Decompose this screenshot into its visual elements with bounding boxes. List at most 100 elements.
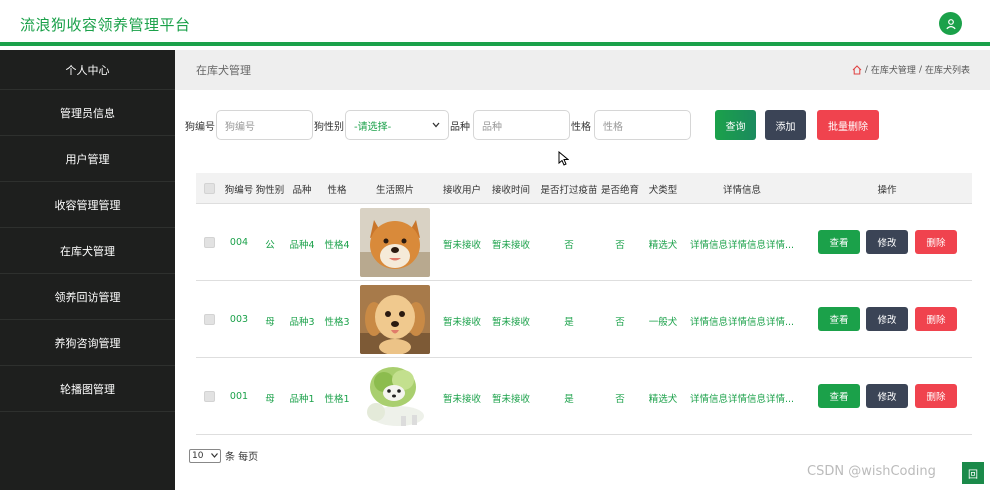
dog-no-input[interactable]: 狗编号 (216, 110, 313, 140)
chevron-down-icon (211, 453, 218, 458)
cell-dog-type: 精选犬 (648, 240, 678, 251)
cell-breed: 品种3 (289, 317, 315, 328)
cell-receive-time: 暂未接收 (491, 317, 531, 328)
gender-select[interactable]: -请选择- (345, 110, 449, 140)
page-title: 在库犬管理 (196, 64, 251, 77)
cell-temper: 性格1 (324, 394, 350, 405)
sidebar-item-personal-center[interactable]: 个人中心 (0, 50, 175, 90)
pagination: 10 条 每页 (189, 448, 258, 463)
col-temper: 性格 (327, 185, 347, 196)
delete-button[interactable]: 删除 (915, 230, 957, 254)
cell-dog-no: 003 (229, 314, 249, 325)
cell-gender: 母 (265, 317, 275, 328)
sidebar-item-user-management[interactable]: 用户管理 (0, 136, 175, 182)
cell-neutered: 否 (615, 317, 625, 328)
cell-dog-no: 004 (229, 237, 249, 248)
batch-delete-button[interactable]: 批量删除 (817, 110, 879, 140)
sidebar-item-dog-consultation[interactable]: 养狗咨询管理 (0, 320, 175, 366)
view-button[interactable]: 查看 (818, 384, 860, 408)
edit-button[interactable]: 修改 (866, 230, 908, 254)
sidebar-item-adoption-followup[interactable]: 领养回访管理 (0, 274, 175, 320)
cell-detail: 详情信息详情信息详情... (689, 394, 795, 405)
col-gender: 狗性别 (255, 185, 285, 196)
delete-button[interactable]: 删除 (915, 307, 957, 331)
select-all-checkbox[interactable] (204, 183, 215, 194)
sidebar-item-admin-info[interactable]: 管理员信息 (0, 90, 175, 136)
cell-dog-no: 001 (229, 391, 249, 402)
temper-label: 性格 (571, 121, 591, 133)
cell-detail: 详情信息详情信息详情... (689, 317, 795, 328)
cell-breed: 品种4 (289, 240, 315, 251)
col-dog-type: 犬类型 (648, 185, 678, 196)
col-receive-time: 接收时间 (491, 185, 531, 196)
row-checkbox[interactable] (204, 314, 215, 325)
cell-neutered: 否 (615, 394, 625, 405)
corner-widget[interactable]: 回 (962, 462, 984, 484)
cell-gender: 母 (265, 394, 275, 405)
main-content: 在库犬管理 / 在库犬管理 / 在库犬列表 狗编号 狗编号 狗性别 -请选择- … (175, 50, 990, 490)
table-row: 004 公 品种4 性格4 暂未接收 暂未接收 否 否 精选犬 详情信息详情信息… (196, 203, 972, 280)
mouse-cursor-icon (558, 151, 569, 166)
cell-receiver: 暂未接收 (442, 394, 482, 405)
col-neutered: 是否绝育 (600, 185, 640, 196)
breadcrumb-item-dog-list: 在库犬列表 (924, 66, 970, 76)
per-page-label: 条 每页 (225, 452, 259, 463)
breadcrumb: / 在库犬管理 / 在库犬列表 (852, 63, 970, 76)
cell-temper: 性格3 (324, 317, 350, 328)
cell-receiver: 暂未接收 (442, 240, 482, 251)
user-avatar[interactable] (939, 12, 962, 35)
cell-vaccinated: 是 (564, 317, 574, 328)
breed-input[interactable]: 品种 (473, 110, 570, 140)
dog-photo (360, 208, 430, 277)
col-vaccinated: 是否打过疫苗 (540, 185, 598, 196)
cell-temper: 性格4 (324, 240, 350, 251)
dog-no-label: 狗编号 (185, 121, 215, 133)
cell-neutered: 否 (615, 240, 625, 251)
cell-vaccinated: 否 (564, 240, 574, 251)
row-checkbox[interactable] (204, 237, 215, 248)
col-dog-no: 狗编号 (224, 185, 254, 196)
page-size-select[interactable]: 10 (189, 448, 221, 463)
breadcrumb-separator: / (864, 64, 868, 75)
col-actions: 操作 (877, 185, 897, 196)
breed-label: 品种 (450, 121, 470, 133)
cell-dog-type: 一般犬 (648, 317, 678, 328)
view-button[interactable]: 查看 (818, 230, 860, 254)
view-button[interactable]: 查看 (818, 307, 860, 331)
dog-table: 狗编号 狗性别 品种 性格 生活照片 接收用户 接收时间 是否打过疫苗 是否绝育… (196, 173, 972, 435)
edit-button[interactable]: 修改 (866, 307, 908, 331)
delete-button[interactable]: 删除 (915, 384, 957, 408)
watermark: CSDN @wishCoding (807, 464, 936, 479)
user-icon (945, 18, 956, 29)
app-title: 流浪狗收容领养管理平台 (20, 16, 191, 34)
cell-dog-type: 精选犬 (648, 394, 678, 405)
home-icon[interactable] (852, 64, 862, 75)
top-bar: 流浪狗收容领养管理平台 (0, 0, 990, 46)
cell-gender: 公 (265, 240, 275, 251)
edit-button[interactable]: 修改 (866, 384, 908, 408)
temper-input[interactable]: 性格 (594, 110, 691, 140)
add-button[interactable]: 添加 (765, 110, 806, 140)
search-form: 狗编号 狗编号 狗性别 -请选择- 品种 品种 性格 性格 查询 添加 批量删除 (185, 110, 879, 140)
breadcrumb-item-dog-inventory[interactable]: 在库犬管理 (871, 63, 916, 76)
dog-photo (360, 362, 430, 431)
dog-photo (360, 285, 430, 354)
col-detail: 详情信息 (722, 185, 762, 196)
sidebar-item-dog-inventory[interactable]: 在库犬管理 (0, 228, 175, 274)
sidebar-item-shelter-management[interactable]: 收容管理管理 (0, 182, 175, 228)
cell-detail: 详情信息详情信息详情... (689, 240, 795, 251)
gender-select-value: -请选择- (354, 121, 392, 133)
page-size-value: 10 (192, 450, 204, 461)
col-breed: 品种 (292, 185, 312, 196)
breadcrumb-bar: 在库犬管理 / 在库犬管理 / 在库犬列表 (175, 50, 990, 90)
table-header: 狗编号 狗性别 品种 性格 生活照片 接收用户 接收时间 是否打过疫苗 是否绝育… (196, 173, 972, 203)
cell-receive-time: 暂未接收 (491, 240, 531, 251)
table-row: 001 母 品种1 性格1 暂未接收 暂未接收 是 否 精选犬 详情信息详情信息… (196, 357, 972, 434)
table-row: 003 母 品种3 性格3 暂未接收 暂未接收 是 否 一般犬 详情信息详情信息… (196, 280, 972, 357)
cell-vaccinated: 是 (564, 394, 574, 405)
chevron-down-icon (432, 122, 440, 128)
cell-breed: 品种1 (289, 394, 315, 405)
query-button[interactable]: 查询 (715, 110, 756, 140)
row-checkbox[interactable] (204, 391, 215, 402)
sidebar-item-carousel[interactable]: 轮播图管理 (0, 366, 175, 412)
